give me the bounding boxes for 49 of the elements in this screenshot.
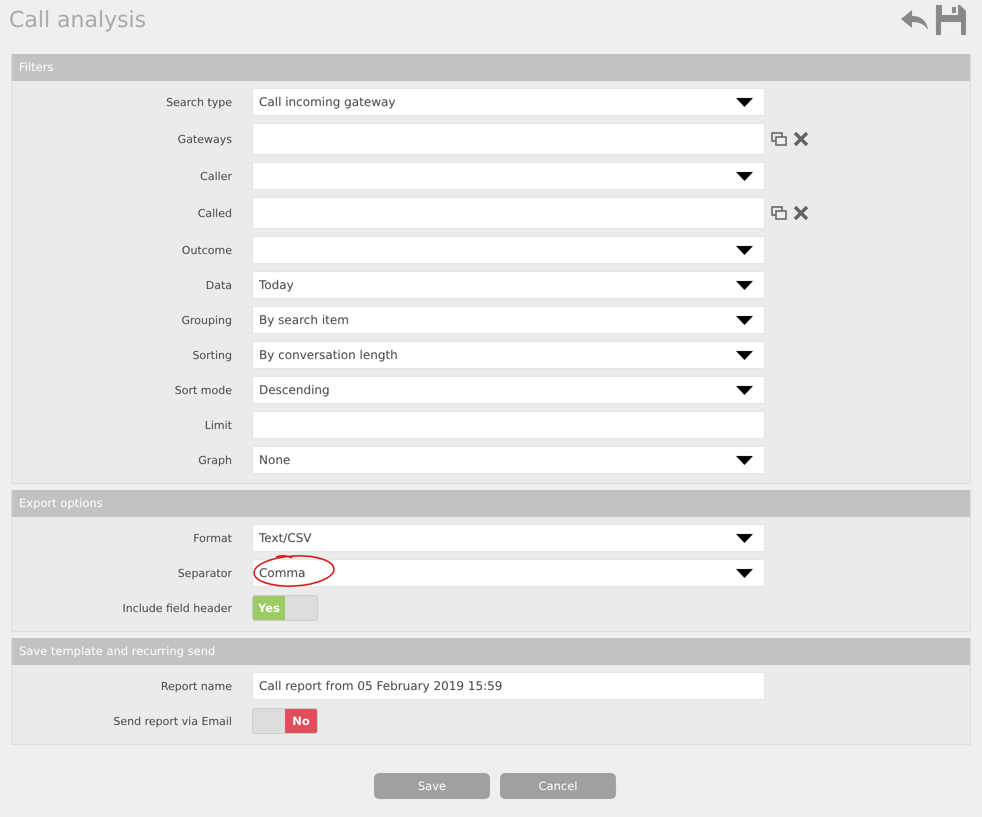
dropdown[interactable]: Comma bbox=[252, 559, 765, 587]
field-label: Format bbox=[192, 532, 233, 544]
caret-icon[interactable] bbox=[736, 534, 753, 542]
field-label: Report name bbox=[160, 680, 233, 692]
toggle-switch[interactable]: No bbox=[252, 708, 318, 734]
field-label: Sort mode bbox=[174, 384, 233, 396]
save-icon[interactable] bbox=[934, 3, 968, 37]
dropdown[interactable]: None bbox=[252, 446, 765, 474]
dropdown[interactable]: Today bbox=[252, 271, 765, 299]
input-field[interactable] bbox=[252, 411, 765, 439]
close-icon[interactable] bbox=[793, 205, 809, 221]
caret-icon[interactable] bbox=[736, 350, 753, 360]
section-header: Save template and recurring send bbox=[12, 638, 970, 665]
section-header: Export options bbox=[12, 490, 970, 517]
caret-icon[interactable] bbox=[736, 316, 753, 324]
caret-icon[interactable] bbox=[736, 98, 753, 106]
dropdown[interactable]: Call incoming gateway bbox=[252, 88, 765, 116]
field-label: Gateways bbox=[176, 132, 233, 146]
caret-icon[interactable] bbox=[736, 246, 753, 254]
dropdown[interactable]: By conversation length bbox=[252, 341, 765, 369]
field-label: Sorting bbox=[191, 348, 233, 362]
input-field[interactable]: Call report from 05 February 2019 15:59 bbox=[252, 672, 765, 700]
close-icon[interactable] bbox=[793, 131, 809, 147]
field-label: Include field header bbox=[121, 602, 233, 614]
input-field[interactable] bbox=[252, 123, 765, 155]
dropdown[interactable]: Descending bbox=[252, 376, 765, 404]
field-label: Search type bbox=[165, 96, 233, 108]
field-label: Called bbox=[196, 206, 233, 220]
page-title: Call analysis bbox=[9, 8, 146, 32]
field-label: Graph bbox=[197, 454, 233, 466]
caret-icon[interactable] bbox=[736, 172, 753, 180]
field-label: Separator bbox=[176, 566, 233, 580]
caret-icon[interactable] bbox=[736, 280, 753, 290]
caret-icon[interactable] bbox=[736, 386, 753, 394]
dropdown[interactable]: Text/CSV bbox=[252, 524, 765, 552]
field-label: Send report via Email bbox=[112, 714, 233, 728]
back-icon[interactable] bbox=[900, 8, 930, 32]
caret-icon[interactable] bbox=[736, 456, 753, 464]
field-label: Outcome bbox=[180, 244, 233, 256]
field-label: Data bbox=[204, 278, 233, 292]
windows-icon[interactable] bbox=[771, 132, 787, 146]
dropdown[interactable]: By search item bbox=[252, 306, 765, 334]
caret-icon[interactable] bbox=[736, 568, 753, 578]
field-label: Grouping bbox=[180, 314, 233, 326]
section-header: Filters bbox=[12, 54, 970, 81]
field-label: Caller bbox=[199, 170, 233, 182]
windows-icon[interactable] bbox=[771, 206, 787, 220]
field-label: Limit bbox=[204, 418, 233, 432]
input-field[interactable] bbox=[252, 197, 765, 229]
